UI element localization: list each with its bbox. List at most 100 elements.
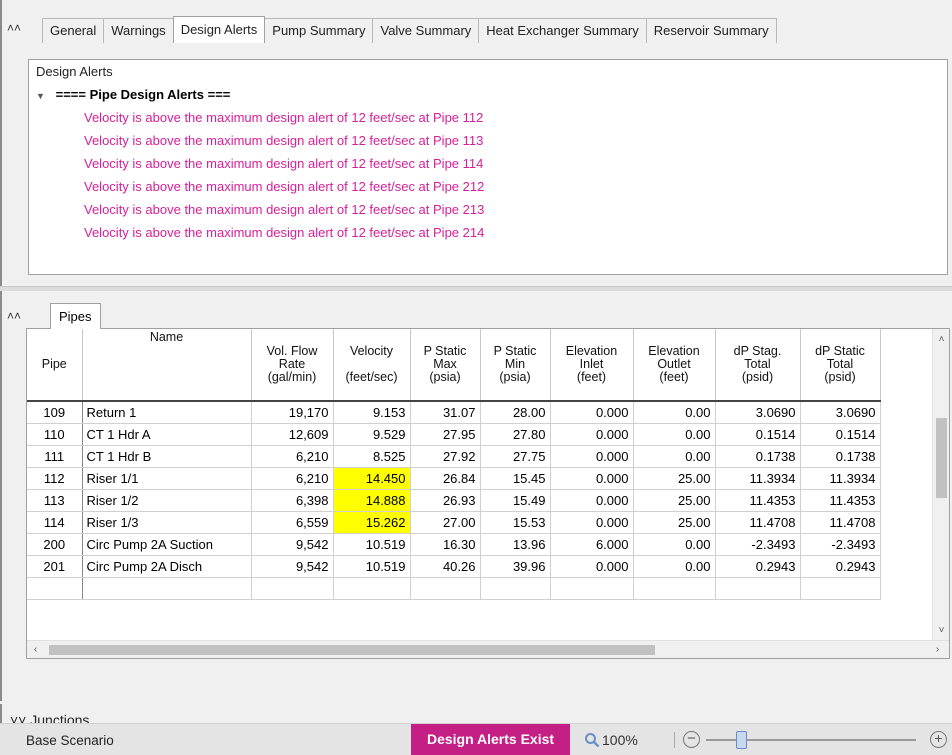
cell-velocity[interactable]: 14.888 (333, 489, 411, 512)
cell-dp-stag[interactable]: 0.1738 (715, 445, 801, 468)
cell-elev-out[interactable]: 25.00 (633, 489, 716, 512)
alert-item[interactable]: Velocity is above the maximum design ale… (29, 152, 947, 175)
cell-name[interactable]: CT 1 Hdr A (82, 423, 252, 446)
cell-dp-stag[interactable]: -2.3493 (715, 533, 801, 556)
cell-pmin[interactable]: 15.53 (480, 511, 551, 534)
scroll-thumb-horizontal[interactable] (49, 645, 655, 655)
cell-pipe[interactable]: 109 (27, 401, 83, 424)
cell-name[interactable]: Riser 1/3 (82, 511, 252, 534)
cell-pmax[interactable]: 16.30 (410, 533, 481, 556)
horizontal-scrollbar[interactable]: ‹ › (27, 640, 949, 658)
cell-dp-stag[interactable]: 0.2943 (715, 555, 801, 578)
column-header[interactable]: P Static Min (psia) (480, 329, 551, 402)
column-header[interactable]: Pipe (27, 329, 83, 402)
cell-pmin[interactable]: 15.45 (480, 467, 551, 490)
pipe-design-alerts-group[interactable]: ▼ ==== Pipe Design Alerts === (29, 84, 947, 106)
cell-velocity[interactable]: 10.519 (333, 533, 411, 556)
table-row[interactable]: 201 Circ Pump 2A Disch 9,542 10.519 40.26 39.… (27, 555, 881, 578)
column-header[interactable]: Elevation Outlet (feet) (633, 329, 716, 402)
cell-pipe[interactable]: 200 (27, 533, 83, 556)
cell-pmin[interactable]: 27.80 (480, 423, 551, 446)
cell-elev-in[interactable]: 0.000 (550, 489, 634, 512)
cell-flow[interactable]: 6,210 (251, 467, 334, 490)
cell-flow[interactable]: 19,170 (251, 401, 334, 424)
cell-dp-stag[interactable]: 11.4708 (715, 511, 801, 534)
table-row[interactable]: 112 Riser 1/1 6,210 14.450 26.84 15.45 0.000 25… (27, 467, 881, 490)
cell-name[interactable]: Riser 1/1 (82, 467, 252, 490)
alert-item[interactable]: Velocity is above the maximum design ale… (29, 198, 947, 221)
table-row[interactable]: 200 Circ Pump 2A Suction 9,542 10.519 16.30 1… (27, 533, 881, 556)
vertical-scrollbar[interactable]: ˄ ˅ (932, 329, 949, 641)
cell-elev-out[interactable]: 0.00 (633, 401, 716, 424)
cell-name[interactable]: Circ Pump 2A Suction (82, 533, 252, 556)
cell-velocity[interactable]: 9.153 (333, 401, 411, 424)
tab-warnings[interactable]: Warnings (103, 18, 174, 43)
cell-dp-stag[interactable]: 11.4353 (715, 489, 801, 512)
cell-pipe[interactable]: 112 (27, 467, 83, 490)
cell-pmax[interactable]: 26.84 (410, 467, 481, 490)
cell-pmin[interactable]: 15.49 (480, 489, 551, 512)
cell-elev-out[interactable]: 0.00 (633, 555, 716, 578)
scroll-down-icon[interactable]: ˅ (933, 622, 949, 639)
scroll-right-icon[interactable]: › (929, 641, 946, 658)
cell-flow[interactable]: 12,609 (251, 423, 334, 446)
collapse-triangle-icon[interactable]: ▼ (36, 85, 52, 107)
cell-pmax[interactable]: 27.95 (410, 423, 481, 446)
table-row[interactable]: 110 CT 1 Hdr A 12,609 9.529 27.95 27.80 0.000 0… (27, 423, 881, 446)
double-chevron-up-icon[interactable]: ˄˄ (6, 308, 22, 324)
tab-design-alerts[interactable]: Design Alerts (172, 16, 266, 43)
cell-flow[interactable]: 6,210 (251, 445, 334, 468)
cell-elev-in[interactable]: 0.000 (550, 555, 634, 578)
cell-elev-in[interactable]: 0.000 (550, 511, 634, 534)
cell-dp-static[interactable]: 11.4708 (800, 511, 881, 534)
cell-pmin[interactable]: 13.96 (480, 533, 551, 556)
tab-pump-summary[interactable]: Pump Summary (264, 18, 374, 43)
cell-flow[interactable]: 9,542 (251, 533, 334, 556)
tab-general[interactable]: General (42, 18, 105, 43)
column-header[interactable]: dP Static Total (psid) (800, 329, 881, 402)
cell-pmin[interactable]: 39.96 (480, 555, 551, 578)
design-alerts-badge[interactable]: Design Alerts Exist (411, 724, 570, 755)
cell-pmin[interactable]: 27.75 (480, 445, 551, 468)
cell-name[interactable]: CT 1 Hdr B (82, 445, 252, 468)
alert-item[interactable]: Velocity is above the maximum design ale… (29, 175, 947, 198)
cell-elev-out[interactable]: 0.00 (633, 533, 716, 556)
cell-elev-in[interactable]: 0.000 (550, 401, 634, 424)
table-row[interactable]: 114 Riser 1/3 6,559 15.262 27.00 15.53 0.000 25… (27, 511, 881, 534)
scroll-left-icon[interactable]: ‹ (27, 641, 44, 658)
cell-elev-in[interactable]: 0.000 (550, 423, 634, 446)
cell-elev-out[interactable]: 25.00 (633, 467, 716, 490)
cell-name[interactable]: Circ Pump 2A Disch (82, 555, 252, 578)
cell-elev-out[interactable]: 0.00 (633, 445, 716, 468)
cell-dp-static[interactable]: 0.2943 (800, 555, 881, 578)
double-chevron-up-icon[interactable]: ˄˄ (6, 20, 22, 36)
cell-pmin[interactable]: 28.00 (480, 401, 551, 424)
cell-name[interactable]: Riser 1/2 (82, 489, 252, 512)
cell-pmax[interactable]: 27.92 (410, 445, 481, 468)
table-row[interactable]: 113 Riser 1/2 6,398 14.888 26.93 15.49 0.000 25… (27, 489, 881, 512)
zoom-out-icon[interactable]: − (683, 731, 700, 748)
cell-dp-stag[interactable]: 0.1514 (715, 423, 801, 446)
cell-pmax[interactable]: 26.93 (410, 489, 481, 512)
alert-item[interactable]: Velocity is above the maximum design ale… (29, 106, 947, 129)
zoom-in-icon[interactable]: + (930, 731, 947, 748)
cell-elev-in[interactable]: 6.000 (550, 533, 634, 556)
cell-dp-static[interactable]: 11.4353 (800, 489, 881, 512)
cell-elev-out[interactable]: 0.00 (633, 423, 716, 446)
cell-elev-in[interactable]: 0.000 (550, 467, 634, 490)
cell-dp-static[interactable]: 0.1514 (800, 423, 881, 446)
column-header[interactable]: Velocity (feet/sec) (333, 329, 411, 402)
cell-velocity[interactable]: 9.529 (333, 423, 411, 446)
alert-item[interactable]: Velocity is above the maximum design ale… (29, 221, 947, 244)
column-header[interactable]: P Static Max (psia) (410, 329, 481, 402)
cell-pipe[interactable]: 113 (27, 489, 83, 512)
cell-elev-in[interactable]: 0.000 (550, 445, 634, 468)
cell-flow[interactable]: 6,398 (251, 489, 334, 512)
tab-valve-summary[interactable]: Valve Summary (372, 18, 480, 43)
cell-pipe[interactable]: 110 (27, 423, 83, 446)
column-header[interactable]: Elevation Inlet (feet) (550, 329, 634, 402)
column-header[interactable]: Vol. Flow Rate (gal/min) (251, 329, 334, 402)
cell-dp-static[interactable]: 11.3934 (800, 467, 881, 490)
zoom-slider-thumb[interactable] (736, 731, 747, 749)
tab-pipes[interactable]: Pipes (50, 303, 101, 329)
